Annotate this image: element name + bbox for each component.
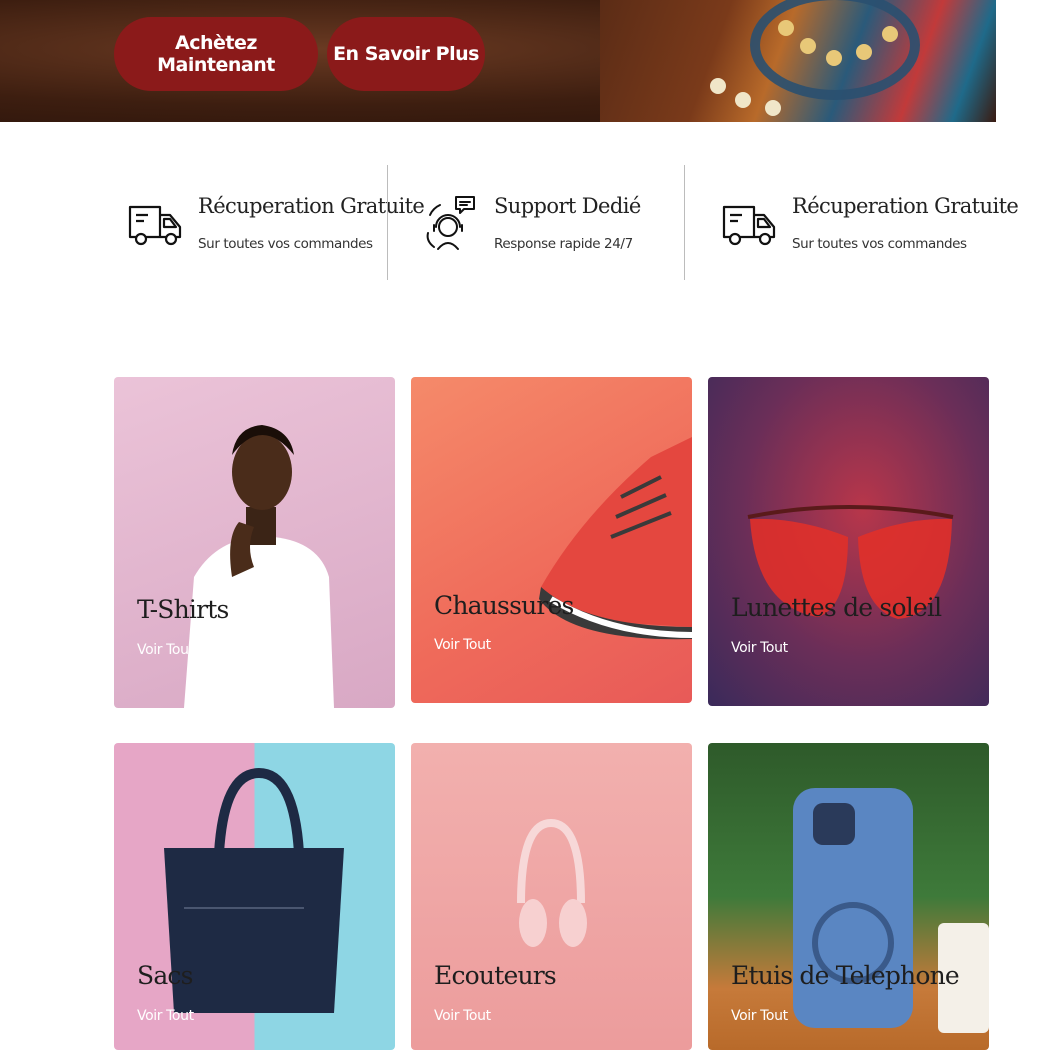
truck-icon	[128, 205, 182, 245]
hero-banner: Achètez Maintenant En Savoir Plus	[0, 0, 1050, 122]
headphones-image	[517, 818, 587, 947]
feature-title: Récuperation Gratuite	[792, 193, 1019, 218]
feature-dedicated-support: Support Dedié Response rapide 24/7	[424, 165, 641, 280]
category-title: Chaussures	[434, 591, 574, 620]
category-title: Etuis de Telephone	[731, 961, 960, 990]
divider	[387, 165, 388, 280]
view-all-link[interactable]: Voir Tout	[434, 637, 491, 653]
view-all-link[interactable]: Voir Tout	[731, 1008, 788, 1024]
divider	[684, 165, 685, 280]
category-title: Sacs	[137, 961, 193, 990]
category-card-bags[interactable]: Sacs Voir Tout	[114, 743, 395, 1050]
feature-title: Récuperation Gratuite	[198, 193, 425, 218]
category-title: Lunettes de soleil	[731, 593, 942, 622]
category-title: Ecouteurs	[434, 961, 557, 990]
sunglasses-image	[747, 505, 954, 619]
view-all-link[interactable]: Voir Tout	[434, 1008, 491, 1024]
category-card-shoes[interactable]: Chaussures Voir Tout	[411, 377, 692, 703]
category-card-phone-cases[interactable]: Etuis de Telephone Voir Tout	[708, 743, 989, 1050]
learn-more-button[interactable]: En Savoir Plus	[327, 17, 485, 91]
feature-free-pickup: Récuperation Gratuite Sur toutes vos com…	[722, 165, 1019, 280]
hero-image	[600, 0, 996, 122]
category-title: T-Shirts	[137, 595, 229, 624]
tshirt-model-image	[184, 425, 334, 708]
feature-free-pickup: Récuperation Gratuite Sur toutes vos com…	[128, 165, 425, 280]
view-all-link[interactable]: Voir Tout	[137, 642, 194, 658]
category-card-tshirts[interactable]: T-Shirts Voir Tout	[114, 377, 395, 708]
feature-subtitle: Sur toutes vos commandes	[792, 235, 967, 252]
view-all-link[interactable]: Voir Tout	[731, 640, 788, 656]
feature-subtitle: Sur toutes vos commandes	[198, 235, 373, 252]
feature-subtitle: Response rapide 24/7	[494, 235, 633, 252]
handbag-image	[164, 767, 344, 1013]
feature-title: Support Dedié	[494, 193, 641, 218]
sneaker-image	[539, 437, 692, 640]
view-all-link[interactable]: Voir Tout	[137, 1008, 194, 1024]
category-card-headphones[interactable]: Ecouteurs Voir Tout	[411, 743, 692, 1050]
shop-now-button[interactable]: Achètez Maintenant	[114, 17, 318, 91]
phone-case-image	[793, 788, 989, 1033]
support-agent-icon	[426, 195, 475, 250]
truck-icon	[722, 205, 776, 245]
category-card-sunglasses[interactable]: Lunettes de soleil Voir Tout	[708, 377, 989, 706]
